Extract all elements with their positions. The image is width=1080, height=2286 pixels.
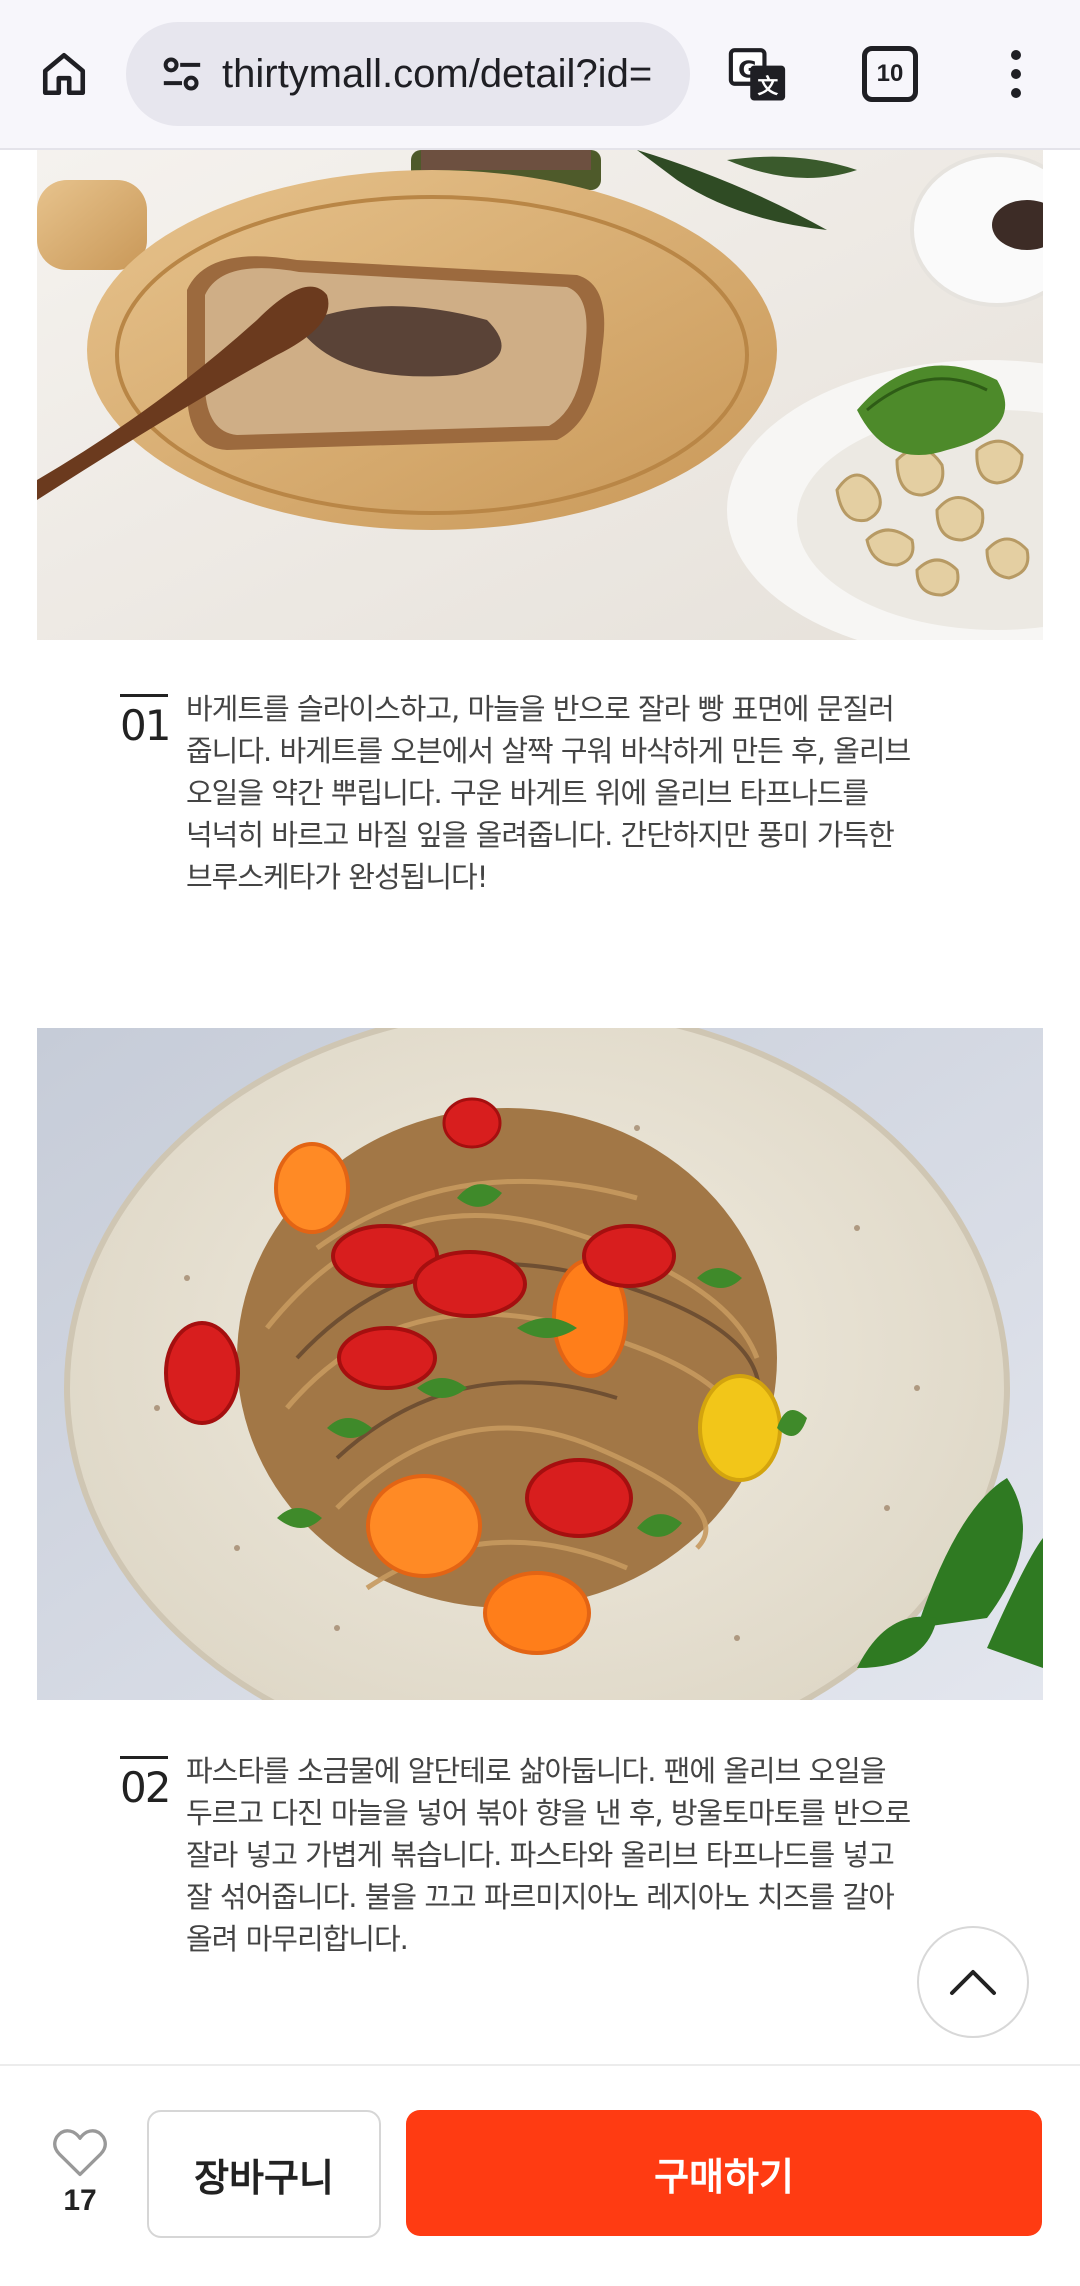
home-icon[interactable]: [22, 32, 106, 116]
heart-icon: [53, 2129, 107, 2177]
site-settings-icon[interactable]: [156, 54, 208, 94]
translate-icon[interactable]: G 文: [718, 36, 798, 116]
address-bar[interactable]: thirtymall.com/detail?id=: [126, 22, 690, 126]
tab-count: 10: [862, 46, 918, 102]
scroll-to-top-button[interactable]: [917, 1926, 1029, 2038]
more-vert-icon[interactable]: [988, 36, 1044, 112]
like-button[interactable]: 17: [40, 2126, 120, 2236]
step-description: 파스타를 소금물에 알단테로 삶아둡니다. 팬에 올리브 오일을 두르고 다진 …: [186, 1754, 911, 1956]
buy-now-button[interactable]: 구매하기: [406, 2110, 1042, 2236]
like-count: 17: [63, 2184, 97, 2217]
browser-toolbar: thirtymall.com/detail?id= G 文 10: [0, 0, 1080, 150]
pasta-photo: [37, 1028, 1043, 1700]
tabs-icon[interactable]: 10: [852, 36, 928, 112]
svg-text:文: 文: [757, 74, 778, 98]
svg-text:G: G: [738, 56, 757, 83]
add-to-cart-button[interactable]: 장바구니: [147, 2110, 381, 2238]
purchase-bar: 17 장바구니 구매하기: [0, 2064, 1080, 2286]
step-number: 02: [120, 1756, 171, 1812]
bread-photo: [37, 150, 1043, 640]
url-text[interactable]: thirtymall.com/detail?id=: [222, 52, 682, 97]
step-number: 01: [120, 694, 171, 750]
chevron-up-icon: [950, 1970, 996, 1995]
step-description: 바게트를 슬라이스하고, 마늘을 반으로 잘라 빵 표면에 문질러 줍니다. 바…: [186, 692, 911, 894]
